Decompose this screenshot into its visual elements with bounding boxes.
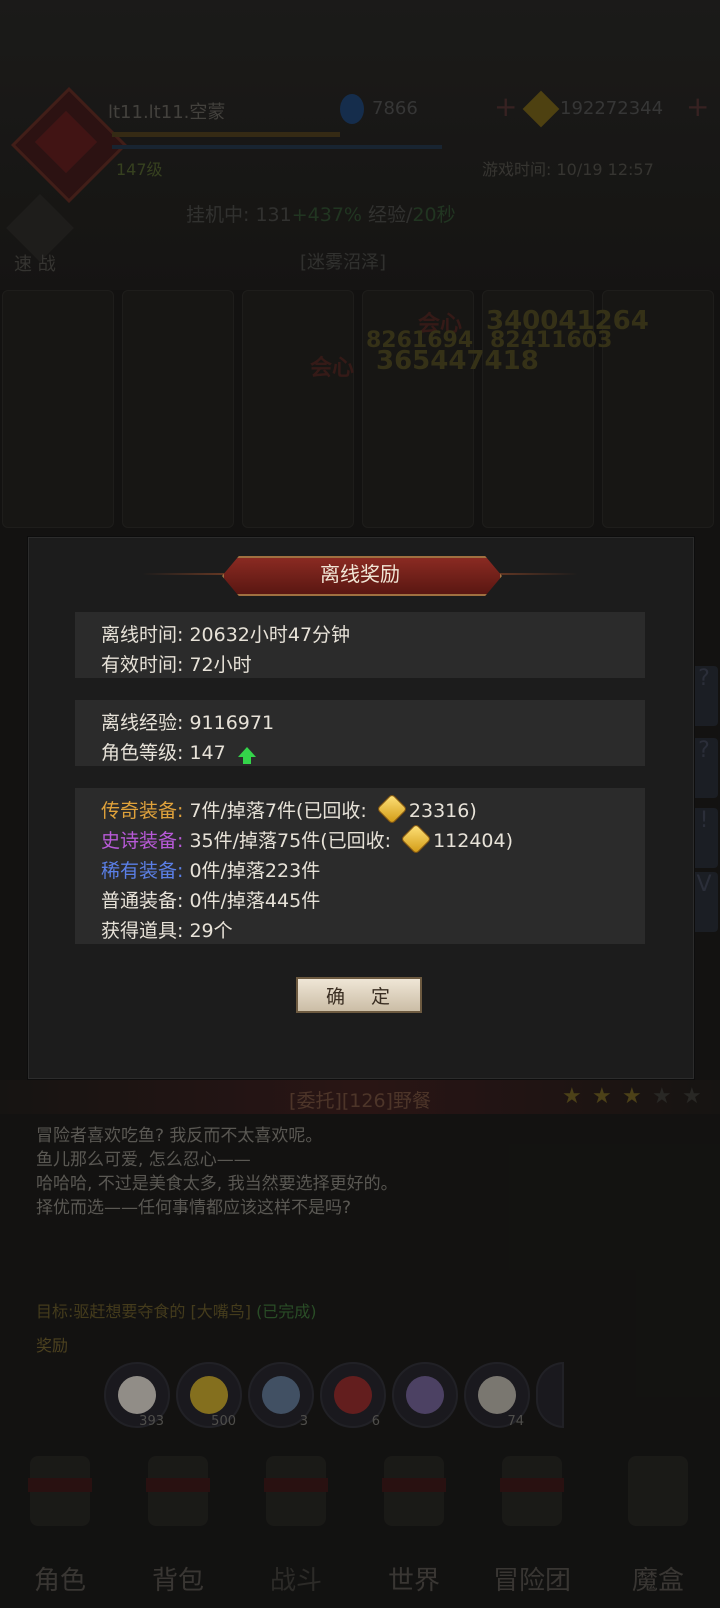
role-level: 角色等级: 147 xyxy=(101,742,226,764)
title-divider-right xyxy=(488,573,578,575)
items-obtained-line: 获得道具: 29个 xyxy=(101,920,233,942)
normal-equipment-line: 普通装备: 0件/掉落445件 xyxy=(101,890,321,912)
confirm-button[interactable]: 确 定 xyxy=(296,977,422,1013)
title-divider-left xyxy=(142,573,232,575)
epic-value: 35件/掉落75件(已回收: xyxy=(183,830,398,852)
legend-recycled: 23316) xyxy=(408,800,477,822)
rare-equipment-line: 稀有装备: 0件/掉落223件 xyxy=(101,856,320,883)
legend-label: 传奇装备: xyxy=(101,800,184,822)
effective-time: 有效时间: 72小时 xyxy=(101,654,252,676)
dialog-title: 离线奖励 xyxy=(320,562,400,586)
level-up-icon xyxy=(237,747,256,764)
legend-equipment-line: 传奇装备: 7件/掉落7件(已回收: 23316) xyxy=(101,793,477,825)
rare-value: 0件/掉落223件 xyxy=(183,860,321,882)
offline-exp: 离线经验: 9116971 xyxy=(101,712,275,734)
legend-value: 7件/掉落7件(已回收: xyxy=(183,800,373,822)
epic-recycled: 112404) xyxy=(433,830,514,852)
rare-label: 稀有装备: xyxy=(101,860,184,882)
exp-info-box: 离线经验: 9116971 角色等级: 147 xyxy=(75,700,645,766)
epic-label: 史诗装备: xyxy=(101,830,184,852)
gold-coin-icon xyxy=(400,823,432,855)
role-level-line: 角色等级: 147 xyxy=(101,738,256,765)
epic-equipment-line: 史诗装备: 35件/掉落75件(已回收: 112404) xyxy=(101,823,514,855)
offline-time: 离线时间: 20632小时47分钟 xyxy=(101,624,351,646)
equipment-info-box: 传奇装备: 7件/掉落7件(已回收: 23316) 史诗装备: 35件/掉落75… xyxy=(75,788,645,944)
gold-coin-icon xyxy=(376,793,408,825)
time-info-box: 离线时间: 20632小时47分钟 有效时间: 72小时 xyxy=(75,612,645,678)
